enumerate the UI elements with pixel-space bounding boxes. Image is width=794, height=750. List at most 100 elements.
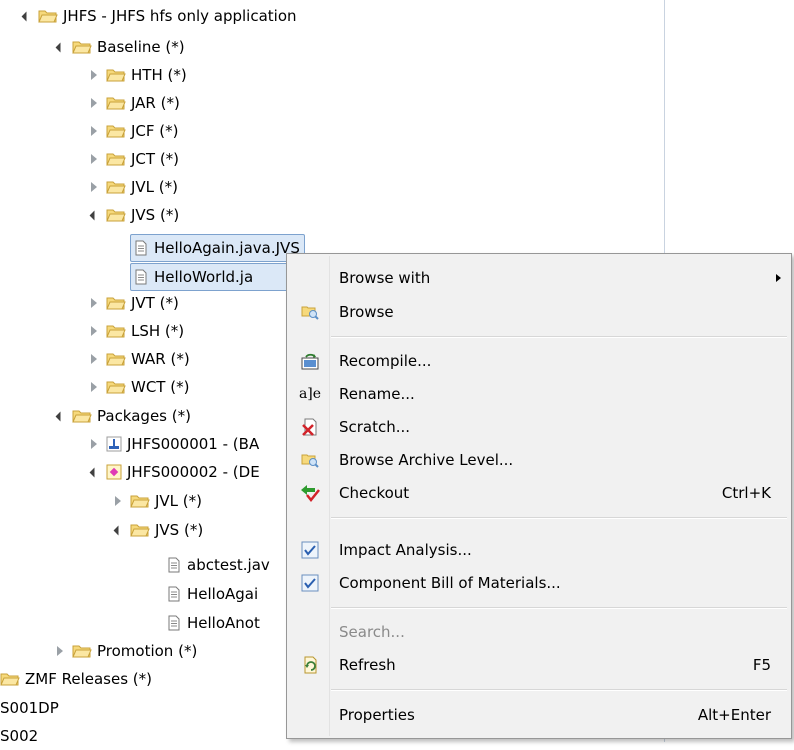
tree-label: JHFS - JHFS hfs only application	[63, 7, 297, 25]
menu-label: Browse Archive Level...	[339, 451, 514, 469]
expand-icon[interactable]	[86, 464, 102, 480]
folder-icon	[106, 95, 126, 111]
menu-label: Recompile...	[339, 352, 432, 370]
tree-item-package-1[interactable]: JHFS000001 - (BA	[86, 430, 259, 458]
tree-item-package-2[interactable]: JHFS000002 - (DE	[86, 458, 260, 486]
menu-shortcut: F5	[752, 656, 771, 674]
folder-open-icon	[72, 39, 92, 55]
menu-item-browse-with[interactable]: Browse with	[289, 263, 789, 293]
expand-icon[interactable]	[52, 39, 68, 55]
collapse-icon[interactable]	[86, 351, 102, 367]
menu-shortcut: Ctrl+K	[721, 484, 771, 502]
menu-item-checkout[interactable]: Checkout Ctrl+K	[289, 478, 789, 508]
menu-item-component-bom[interactable]: Component Bill of Materials...	[289, 568, 789, 598]
tree-item-file-selected[interactable]: HelloAgain.java.JVS	[130, 234, 305, 262]
tree-label: Promotion (*)	[97, 642, 198, 660]
folder-open-icon	[130, 522, 150, 538]
collapse-icon[interactable]	[110, 493, 126, 509]
tree-item-s001dp[interactable]: S001DP	[0, 694, 59, 722]
tree-item-file-selected[interactable]: HelloWorld.ja	[130, 263, 293, 291]
expand-icon[interactable]	[110, 522, 126, 538]
collapse-icon[interactable]	[86, 123, 102, 139]
tree-item-package-file[interactable]: HelloAnot	[166, 609, 260, 637]
menu-item-properties[interactable]: Properties Alt+Enter	[289, 700, 789, 730]
menu-label: Impact Analysis...	[339, 541, 472, 559]
recompile-icon	[299, 351, 321, 371]
tree-item-s002[interactable]: S002	[0, 722, 38, 750]
folder-icon	[72, 643, 92, 659]
menu-item-refresh[interactable]: Refresh F5	[289, 650, 789, 680]
tree-label: HelloWorld.ja	[154, 268, 254, 286]
tree-item-packages[interactable]: Packages (*)	[52, 402, 191, 430]
folder-icon	[106, 179, 126, 195]
tree-label: JHFS000002 - (DE	[127, 463, 260, 481]
rename-icon: a]e	[298, 386, 322, 402]
checkout-icon	[299, 483, 321, 503]
collapse-icon[interactable]	[52, 643, 68, 659]
collapse-icon[interactable]	[86, 379, 102, 395]
folder-icon	[106, 123, 126, 139]
folder-icon	[106, 379, 126, 395]
tree-item-war[interactable]: WAR (*)	[86, 345, 190, 373]
tree-item-package-jvs[interactable]: JVS (*)	[110, 516, 203, 544]
tree-item-package-file[interactable]: HelloAgai	[166, 580, 258, 608]
expand-icon[interactable]	[18, 8, 34, 24]
tree-item-zmf-releases[interactable]: ZMF Releases (*)	[0, 665, 152, 693]
tree-item-package-jvl[interactable]: JVL (*)	[110, 487, 202, 515]
menu-item-browse-archive-level[interactable]: Browse Archive Level...	[289, 445, 789, 475]
collapse-icon[interactable]	[86, 67, 102, 83]
file-icon	[166, 557, 182, 573]
expand-icon[interactable]	[52, 408, 68, 424]
tree-item-jvt[interactable]: JVT (*)	[86, 289, 179, 317]
tree-item-root[interactable]: JHFS - JHFS hfs only application	[18, 2, 297, 30]
tree-label: WCT (*)	[131, 378, 190, 396]
tree-label: HelloAnot	[187, 614, 260, 632]
file-icon	[133, 269, 149, 285]
component-bom-icon	[299, 573, 321, 593]
tree-label: HelloAgai	[187, 585, 259, 603]
menu-item-search[interactable]: Search...	[289, 617, 789, 647]
menu-item-scratch[interactable]: Scratch...	[289, 412, 789, 442]
tree-item-baseline[interactable]: Baseline (*)	[52, 33, 185, 61]
menu-item-browse[interactable]: Browse	[289, 297, 789, 327]
menu-item-recompile[interactable]: Recompile...	[289, 346, 789, 376]
browse-archive-icon	[299, 450, 321, 470]
expand-icon[interactable]	[86, 207, 102, 223]
tree-label: HelloAgain.java.JVS	[154, 239, 300, 257]
menu-item-rename[interactable]: a]e Rename...	[289, 379, 789, 409]
collapse-icon[interactable]	[86, 179, 102, 195]
package-baseline-icon	[106, 436, 122, 452]
tree-item-lsh[interactable]: LSH (*)	[86, 317, 184, 345]
collapse-icon[interactable]	[86, 323, 102, 339]
tree-label: JVL (*)	[155, 492, 203, 510]
folder-open-icon	[72, 408, 92, 424]
context-menu: Browse with Browse Recompile... a]e Rena…	[286, 253, 792, 739]
menu-label: Rename...	[339, 385, 415, 403]
folder-icon	[130, 493, 150, 509]
scratch-icon	[299, 417, 321, 437]
menu-label: Checkout	[339, 484, 410, 502]
menu-item-impact-analysis[interactable]: Impact Analysis...	[289, 535, 789, 565]
tree-item-jct[interactable]: JCT (*)	[86, 145, 179, 173]
tree-item-jar[interactable]: JAR (*)	[86, 89, 180, 117]
tree-item-package-file[interactable]: abctest.jav	[166, 551, 270, 579]
tree-item-hth[interactable]: HTH (*)	[86, 61, 187, 89]
collapse-icon[interactable]	[86, 151, 102, 167]
folder-icon	[106, 151, 126, 167]
tree-label: S002	[0, 727, 39, 745]
tree-item-wct[interactable]: WCT (*)	[86, 373, 189, 401]
collapse-icon[interactable]	[86, 95, 102, 111]
tree-item-promotion[interactable]: Promotion (*)	[52, 637, 197, 665]
tree-item-jvl[interactable]: JVL (*)	[86, 173, 178, 201]
tree-label: JVS (*)	[155, 521, 204, 539]
collapse-icon[interactable]	[86, 436, 102, 452]
tree-label: LSH (*)	[131, 322, 185, 340]
tree-item-jvs[interactable]: JVS (*)	[86, 201, 179, 229]
refresh-icon	[299, 655, 321, 675]
collapse-icon[interactable]	[86, 295, 102, 311]
menu-separator	[331, 689, 787, 691]
tree-label: Packages (*)	[97, 407, 191, 425]
tree-item-jcf[interactable]: JCF (*)	[86, 117, 179, 145]
file-icon	[166, 615, 182, 631]
tree-label: JVT (*)	[131, 294, 179, 312]
